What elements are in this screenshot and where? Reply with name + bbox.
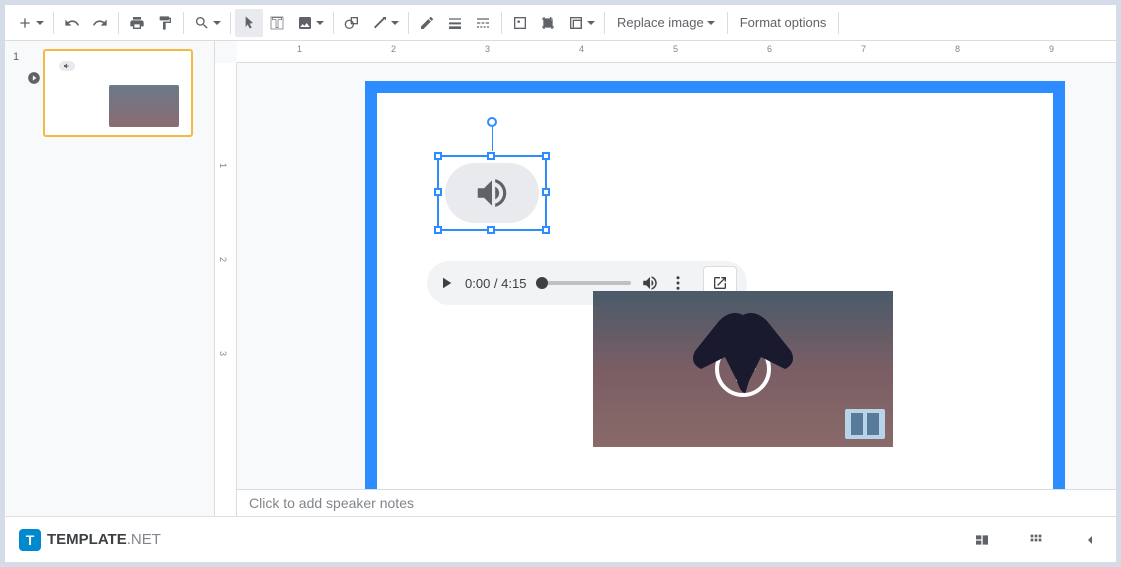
player-menu-button[interactable]	[669, 274, 687, 292]
time-display: 0:00 / 4:15	[465, 276, 526, 291]
seek-thumb[interactable]	[536, 277, 548, 289]
paint-format-button[interactable]	[151, 9, 179, 37]
handle-br[interactable]	[542, 226, 550, 234]
image-tool[interactable]	[291, 9, 329, 37]
video-object[interactable]	[593, 291, 893, 447]
filmstrip-view-button[interactable]	[970, 528, 994, 552]
toolbar: Replace image Format options	[5, 5, 1116, 41]
canvas-area: 1 2 3 4 5 6 7 8 9 1 2 3	[215, 41, 1116, 516]
rotate-line	[492, 127, 493, 151]
slide-number: 1	[13, 49, 25, 137]
replace-image-button[interactable]: Replace image	[609, 9, 723, 37]
thumb-audio-icon	[59, 61, 75, 71]
handle-bl[interactable]	[434, 226, 442, 234]
border-dash-button[interactable]	[469, 9, 497, 37]
logo-icon: T	[19, 529, 41, 551]
handle-lm[interactable]	[434, 188, 442, 196]
handle-bm[interactable]	[487, 226, 495, 234]
slide-canvas[interactable]: 0:00 / 4:15	[377, 93, 1053, 499]
volume-button[interactable]	[641, 274, 659, 292]
select-tool[interactable]	[235, 9, 263, 37]
speaker-notes-area[interactable]: Click to add speaker notes	[237, 489, 1116, 516]
line-tool[interactable]	[366, 9, 404, 37]
handle-rm[interactable]	[542, 188, 550, 196]
format-options-button[interactable]: Format options	[732, 9, 835, 37]
speaker-notes-placeholder: Click to add speaker notes	[249, 495, 414, 511]
handle-tr[interactable]	[542, 152, 550, 160]
rotate-handle[interactable]	[487, 117, 497, 127]
collapse-button[interactable]	[1078, 528, 1102, 552]
border-weight-button[interactable]	[441, 9, 469, 37]
shape-tool[interactable]	[338, 9, 366, 37]
audio-indicator-icon	[27, 71, 41, 85]
audio-object[interactable]	[437, 155, 547, 231]
redo-button[interactable]	[86, 9, 114, 37]
textbox-tool[interactable]	[263, 9, 291, 37]
play-button[interactable]	[437, 274, 455, 292]
brand-logo: T TEMPLATE.NET	[19, 529, 161, 551]
undo-button[interactable]	[58, 9, 86, 37]
highlight-frame: 0:00 / 4:15	[365, 81, 1065, 511]
slide-thumbnail-1[interactable]	[43, 49, 193, 137]
reset-image-button[interactable]	[506, 9, 534, 37]
footer: T TEMPLATE.NET	[5, 516, 1116, 562]
audio-icon	[445, 163, 539, 223]
handle-tm[interactable]	[487, 152, 495, 160]
seek-track[interactable]	[536, 281, 631, 285]
vertical-ruler: 1 2 3	[215, 63, 237, 516]
grid-view-button[interactable]	[1024, 528, 1048, 552]
video-badge	[845, 409, 885, 439]
video-silhouette	[683, 297, 803, 417]
slides-panel: 1	[5, 41, 215, 516]
handle-tl[interactable]	[434, 152, 442, 160]
thumb-video-preview	[109, 85, 179, 127]
new-button[interactable]	[11, 9, 49, 37]
border-color-button[interactable]	[413, 9, 441, 37]
print-button[interactable]	[123, 9, 151, 37]
crop-button[interactable]	[534, 9, 562, 37]
mask-button[interactable]	[562, 9, 600, 37]
zoom-button[interactable]	[188, 9, 226, 37]
horizontal-ruler: 1 2 3 4 5 6 7 8 9	[237, 41, 1116, 63]
